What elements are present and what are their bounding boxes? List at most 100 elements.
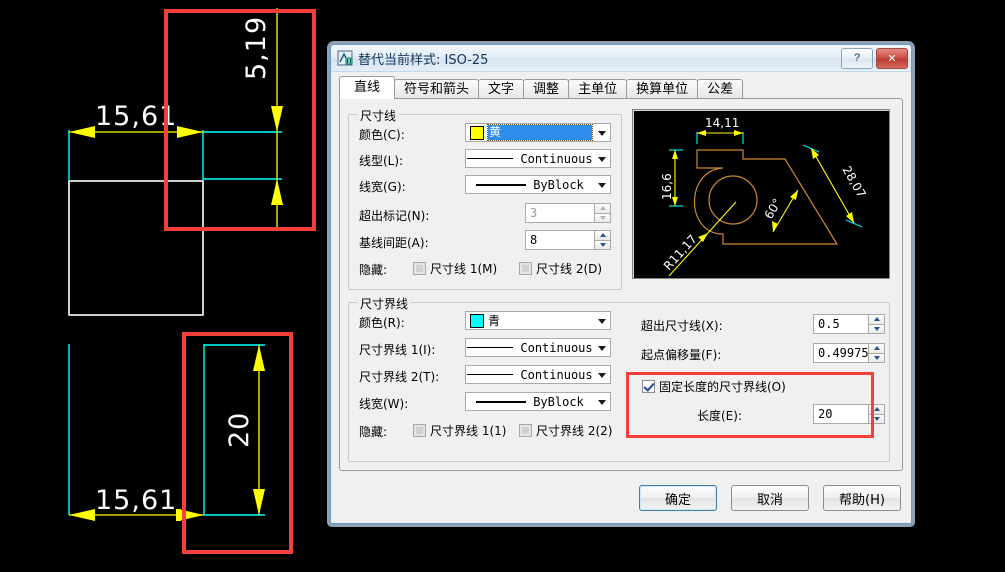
offset-from-origin-label: 起点偏移量(F):: [641, 348, 722, 362]
tab-fit[interactable]: 调整: [523, 79, 570, 99]
stepper-buttons[interactable]: [868, 404, 885, 424]
extline1-label: 尺寸界线 1(I):: [359, 343, 436, 357]
thick-line-icon: [476, 400, 527, 403]
chevron-down-icon[interactable]: [598, 345, 606, 351]
stepper-down-icon[interactable]: [868, 413, 885, 424]
top-geometry-rectangle: [68, 180, 204, 316]
extline2-linetype-combo[interactable]: Continuous: [465, 365, 611, 384]
bottom-dim-text-vertical: 20: [224, 412, 255, 448]
tab-alternate-units[interactable]: 换算单位: [626, 79, 699, 99]
dialog-titlebar[interactable]: 替代当前样式: ISO-25 ? ✕: [331, 45, 911, 72]
preview-arrow: [790, 190, 798, 200]
dimension-style-override-dialog[interactable]: 替代当前样式: ISO-25 ? ✕ 直线 符号和箭头 文字 调整 主单位 换算…: [330, 44, 912, 524]
close-icon[interactable]: ✕: [876, 47, 908, 69]
chevron-down-icon[interactable]: [598, 130, 606, 136]
offset-from-origin-stepper[interactable]: 0.49975: [813, 343, 885, 363]
lineweight-preview: ByBlock: [466, 395, 610, 409]
extend-beyond-dimline-stepper[interactable]: 0.5: [813, 314, 885, 334]
extline1-linetype-combo[interactable]: Continuous: [465, 338, 611, 357]
solid-line-icon: [467, 347, 514, 348]
checkbox-box[interactable]: [413, 262, 426, 275]
top-dim-text-horizontal: 15,61: [95, 101, 177, 132]
stepper-down-icon[interactable]: [868, 323, 885, 334]
extline-lineweight-combo[interactable]: ByBlock: [465, 392, 611, 411]
tab-symbols-arrows[interactable]: 符号和箭头: [394, 79, 480, 99]
dialog-title: 替代当前样式: ISO-25: [358, 52, 489, 68]
baseline-spacing-stepper[interactable]: 8: [525, 230, 611, 250]
stepper-up-icon[interactable]: [868, 314, 885, 324]
fixed-length-label: 固定长度的尺寸界线(O): [659, 380, 786, 394]
tab-bar[interactable]: 直线 符号和箭头 文字 调整 主单位 换算单位 公差: [339, 76, 903, 99]
stepper-buttons[interactable]: [868, 343, 885, 363]
tab-primary-units[interactable]: 主单位: [568, 79, 628, 99]
length-label: 长度(E):: [697, 409, 742, 423]
top-arrow-left: [69, 126, 95, 138]
chevron-down-icon[interactable]: [598, 399, 606, 405]
autocad-dimstyle-icon: [337, 50, 353, 66]
ok-button[interactable]: 确定: [639, 485, 717, 511]
dimension-line-group-legend: 尺寸线: [357, 107, 400, 124]
stepper-down-icon[interactable]: [868, 352, 885, 363]
stepper-up-icon: [594, 203, 611, 213]
cyan-swatch-icon: [470, 313, 484, 328]
tab-page-lines: 尺寸线 颜色(C): 黄 线型(L): Continuous 线宽(G): By…: [339, 98, 903, 471]
help-text-button[interactable]: 帮助(H): [823, 485, 901, 511]
length-stepper[interactable]: 20: [813, 404, 885, 424]
top-arrow-down: [271, 179, 283, 205]
extline-lineweight-value: ByBlock: [533, 394, 584, 409]
checkbox-box[interactable]: [519, 262, 532, 275]
preview-dim-left: 16,6: [660, 173, 674, 200]
extline2-label: 尺寸界线 2(T):: [359, 370, 440, 384]
stepper-up-icon[interactable]: [868, 343, 885, 353]
tab-tolerances[interactable]: 公差: [697, 79, 744, 99]
dimension-preview-pane: 14,11 16,6 28,07 60° R11,17: [632, 109, 890, 279]
checkbox-box[interactable]: [413, 424, 426, 437]
help-button[interactable]: ?: [841, 47, 873, 69]
preview-part-outline: [693, 149, 839, 245]
extline-lineweight-label: 线宽(W):: [359, 397, 409, 411]
preview-drawing: 14,11 16,6 28,07 60° R11,17: [660, 116, 869, 276]
preview-dim-right: 28,07: [839, 164, 868, 201]
checkbox-box[interactable]: [519, 424, 532, 437]
extline-color-value: 青: [488, 314, 501, 328]
chevron-down-icon[interactable]: [598, 156, 606, 162]
cancel-button[interactable]: 取消: [731, 485, 809, 511]
dimline-lineweight-combo[interactable]: ByBlock: [465, 175, 611, 194]
hide-dimline1-checkbox[interactable]: 尺寸线 1(M): [413, 260, 497, 277]
hide-extline2-label: 尺寸界线 2(2): [536, 424, 613, 438]
stepper-buttons: [594, 203, 611, 223]
baseline-spacing-value[interactable]: 8: [525, 230, 594, 250]
linetype-preview: Continuous: [466, 152, 610, 166]
checkbox-box[interactable]: [642, 380, 655, 393]
chevron-down-icon[interactable]: [598, 182, 606, 188]
top-arrow-up: [271, 106, 283, 132]
stepper-buttons[interactable]: [594, 230, 611, 250]
dimline-lineweight-value: ByBlock: [533, 177, 584, 192]
bottom-dim-text-horizontal: 15,61: [95, 485, 177, 516]
dimline-color-combo[interactable]: 黄: [465, 123, 611, 142]
dimension-line-group: 尺寸线 颜色(C): 黄 线型(L): Continuous 线宽(G): By…: [348, 107, 622, 290]
hide-dimline2-label: 尺寸线 2(D): [536, 262, 603, 276]
hide-extline1-checkbox[interactable]: 尺寸界线 1(1): [413, 422, 506, 439]
offset-from-origin-value[interactable]: 0.49975: [813, 343, 869, 363]
length-value[interactable]: 20: [813, 404, 868, 424]
hide-dimline2-checkbox[interactable]: 尺寸线 2(D): [519, 260, 602, 277]
stepper-up-icon[interactable]: [868, 404, 885, 414]
tab-lines[interactable]: 直线: [339, 76, 396, 99]
dimline-color-value: 黄: [487, 124, 593, 141]
stepper-buttons[interactable]: [868, 314, 885, 334]
titlebar-buttons: ? ✕: [841, 47, 908, 69]
extend-beyond-dimline-value[interactable]: 0.5: [813, 314, 868, 334]
fixed-length-checkbox[interactable]: 固定长度的尺寸界线(O): [642, 378, 786, 395]
chevron-down-icon[interactable]: [598, 372, 606, 378]
preview-dim-top: 14,11: [705, 116, 739, 130]
bottom-arrow-up: [253, 345, 265, 371]
stepper-up-icon[interactable]: [594, 230, 611, 240]
hide-extline2-checkbox[interactable]: 尺寸界线 2(2): [519, 422, 612, 439]
extline-color-combo[interactable]: 青: [465, 311, 611, 330]
chevron-down-icon[interactable]: [598, 318, 606, 324]
dimline-linetype-combo[interactable]: Continuous: [465, 149, 611, 168]
lineweight-preview: ByBlock: [466, 178, 610, 192]
stepper-down-icon[interactable]: [594, 239, 611, 250]
tab-text[interactable]: 文字: [478, 79, 525, 99]
